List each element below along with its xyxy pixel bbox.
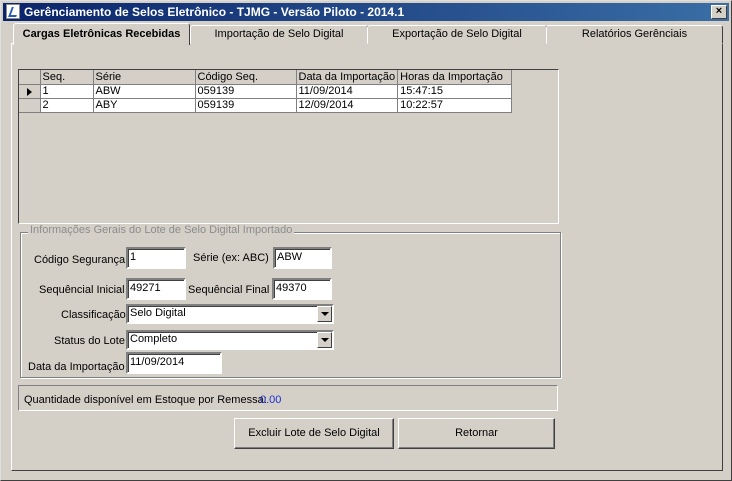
row-selector[interactable] xyxy=(19,98,41,113)
sequencial-inicial-field[interactable]: 49271 xyxy=(126,278,186,300)
cell-serie[interactable]: ABW xyxy=(93,84,196,99)
column-header-codigo-seq[interactable]: Código Seq. xyxy=(195,70,297,85)
serie-label: Série (ex: ABC) xyxy=(193,252,269,264)
classificacao-value: Selo Digital xyxy=(130,307,186,319)
grid-header-row: Seq. Série Código Seq. Data da Importaçã… xyxy=(19,70,513,85)
cell-seq[interactable]: 2 xyxy=(40,98,94,113)
chevron-down-icon[interactable] xyxy=(317,306,332,322)
tab-relatorios[interactable]: Relatórios Gerênciais xyxy=(546,25,723,44)
column-header-horas-importacao[interactable]: Horas da Importação xyxy=(397,70,513,85)
quantity-label: Quantidade disponível em Estoque por Rem… xyxy=(24,394,267,406)
column-header-data-importacao[interactable]: Data da Importação xyxy=(296,70,399,85)
current-row-pointer-icon xyxy=(27,87,32,96)
title-bar[interactable]: Gerênciamento de Selos Eletrônico - TJMG… xyxy=(3,3,729,21)
cell-codigo-seq[interactable]: 059139 xyxy=(195,98,297,113)
quantity-panel: Quantidade disponível em Estoque por Rem… xyxy=(18,385,558,411)
tab-importacao[interactable]: Importação de Selo Digital xyxy=(190,25,368,44)
cell-data-importacao[interactable]: 11/09/2014 xyxy=(296,84,399,99)
sequencial-final-label: Sequêncial Final xyxy=(188,284,270,296)
column-header-serie[interactable]: Série xyxy=(93,70,196,85)
row-indicator-header xyxy=(19,70,41,85)
tab-cargas-eletronicas[interactable]: Cargas Eletrônicas Recebidas xyxy=(13,23,190,45)
tab-strip: Cargas Eletrônicas Recebidas Importação … xyxy=(11,23,723,45)
cell-horas-importacao[interactable]: 15:47:15 xyxy=(397,84,513,99)
close-button[interactable]: × xyxy=(711,5,727,19)
cell-serie[interactable]: ABY xyxy=(93,98,196,113)
table-row[interactable]: 1 ABW 059139 11/09/2014 15:47:15 xyxy=(19,84,513,99)
data-importacao-label: Data da Importação xyxy=(28,361,125,373)
classificacao-label: Classificação xyxy=(61,309,126,321)
excluir-lote-button[interactable]: Excluir Lote de Selo Digital xyxy=(234,418,394,449)
cell-codigo-seq[interactable]: 059139 xyxy=(195,84,297,99)
chevron-down-icon[interactable] xyxy=(317,332,332,348)
classificacao-select[interactable]: Selo Digital xyxy=(126,304,334,324)
tab-exportacao[interactable]: Exportação de Selo Digital xyxy=(367,25,547,44)
window-title: Gerênciamento de Selos Eletrônico - TJMG… xyxy=(24,5,405,19)
data-importacao-field[interactable]: 11/09/2014 xyxy=(126,352,222,374)
imports-grid[interactable]: Seq. Série Código Seq. Data da Importaçã… xyxy=(18,69,559,224)
status-lote-label: Status do Lote xyxy=(54,335,125,347)
codigo-seguranca-field[interactable]: 1 xyxy=(126,247,186,269)
app-icon xyxy=(6,4,20,19)
cell-seq[interactable]: 1 xyxy=(40,84,94,99)
table-row[interactable]: 2 ABY 059139 12/09/2014 10:22:57 xyxy=(19,98,513,113)
status-lote-select[interactable]: Completo xyxy=(126,330,334,350)
cell-data-importacao[interactable]: 12/09/2014 xyxy=(296,98,399,113)
quantity-value: 0.00 xyxy=(260,394,282,406)
imports-table: Seq. Série Código Seq. Data da Importaçã… xyxy=(19,70,513,113)
sequencial-inicial-label: Sequêncial Inicial xyxy=(39,284,125,296)
sequencial-final-field[interactable]: 49370 xyxy=(272,278,332,300)
serie-field[interactable]: ABW xyxy=(273,247,332,269)
main-window: Gerênciamento de Selos Eletrônico - TJMG… xyxy=(0,0,732,481)
retornar-button[interactable]: Retornar xyxy=(398,418,555,449)
column-header-seq[interactable]: Seq. xyxy=(40,70,94,85)
codigo-seguranca-label: Código Segurança xyxy=(34,254,126,266)
row-selector[interactable] xyxy=(19,84,41,99)
lot-info-legend: Informações Gerais do Lote de Selo Digit… xyxy=(28,224,295,236)
cell-horas-importacao[interactable]: 10:22:57 xyxy=(397,98,513,113)
status-lote-value: Completo xyxy=(130,333,178,345)
